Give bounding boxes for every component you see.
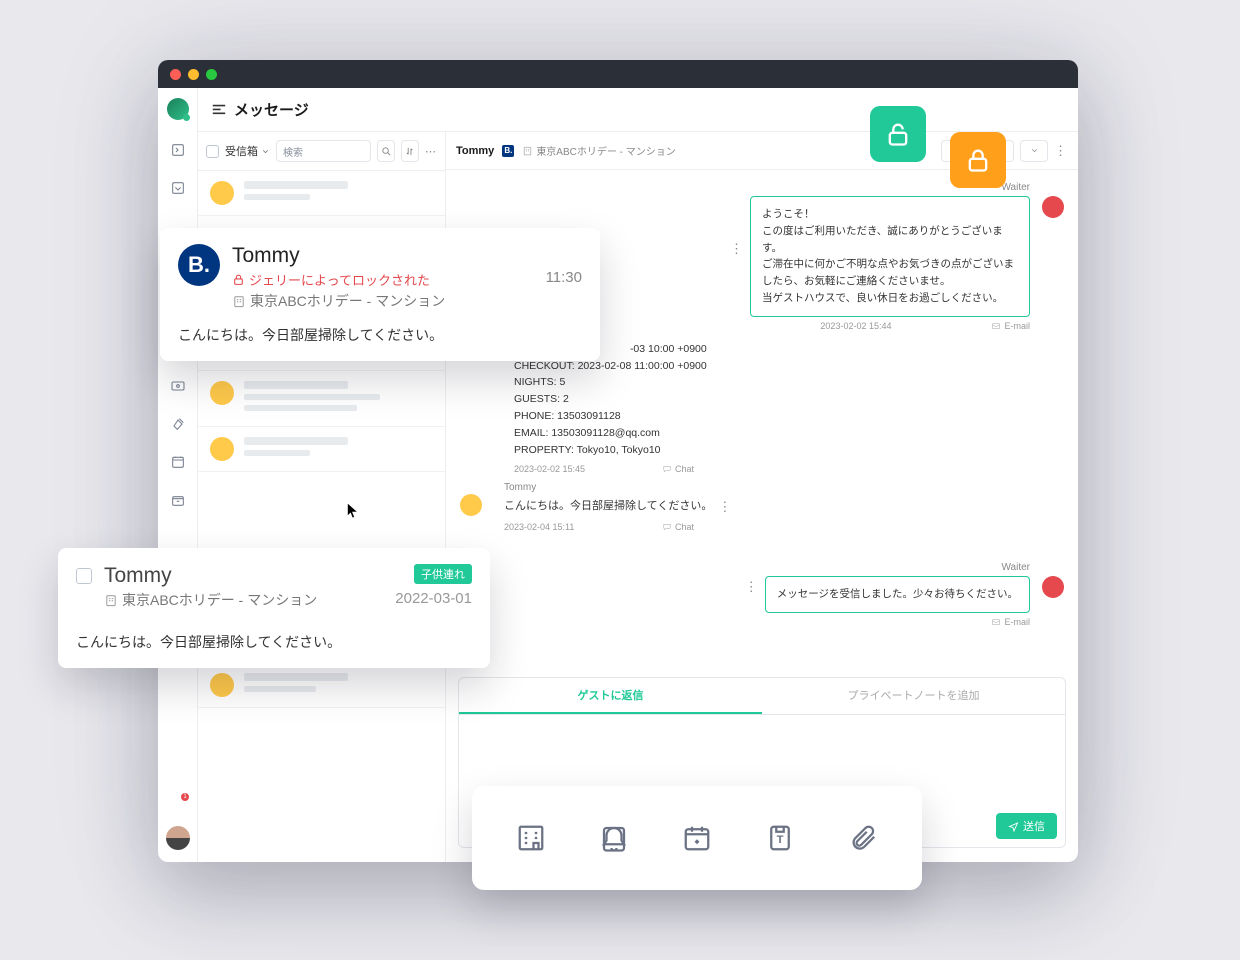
- channel-email: E-mail: [991, 321, 1030, 331]
- nav-icon-1[interactable]: [170, 142, 186, 158]
- message-time: 2023-02-02 15:44: [820, 321, 891, 331]
- tab-note[interactable]: プライベートノートを追加: [762, 678, 1065, 714]
- message-time: 2023-02-02 15:45: [514, 464, 585, 474]
- guest-name: Tommy: [104, 564, 317, 588]
- message-bubble: メッセージを受信しました。少々お待ちください。: [765, 576, 1030, 613]
- sender-avatar: [1042, 576, 1064, 598]
- guest-tag: 子供連れ: [414, 564, 472, 584]
- lock-button[interactable]: [950, 132, 1006, 188]
- inbox-dropdown[interactable]: 受信箱: [225, 143, 270, 159]
- nav-icon-2[interactable]: [170, 180, 186, 196]
- sort-button[interactable]: [401, 140, 419, 162]
- filter-pill-3[interactable]: [1020, 140, 1048, 162]
- inbox-item[interactable]: [198, 371, 445, 427]
- channel-email: E-mail: [991, 617, 1030, 627]
- app-logo[interactable]: [167, 98, 189, 120]
- property-label: 東京ABCホリデー - マンション: [232, 291, 445, 311]
- preview-time: 11:30: [546, 269, 582, 286]
- booking-logo: B.: [178, 244, 220, 286]
- search-input[interactable]: 検索: [276, 140, 371, 162]
- thread-name: Tommy: [456, 145, 494, 157]
- channel-chat: Chat: [662, 464, 694, 474]
- nav-rail: 1: [158, 88, 198, 862]
- unlock-button[interactable]: [870, 106, 926, 162]
- notification-badge[interactable]: 1: [180, 792, 190, 802]
- select-checkbox[interactable]: [76, 568, 92, 584]
- search-button[interactable]: [377, 140, 395, 162]
- preview-date: 2022-03-01: [395, 590, 472, 607]
- preview-text: こんにちは。今日部屋掃除してください。: [76, 632, 472, 652]
- tab-reply[interactable]: ゲストに返信: [459, 678, 762, 714]
- menu-icon[interactable]: [212, 104, 226, 115]
- inbox-more[interactable]: ⋯: [425, 145, 437, 158]
- nav-calendar-icon[interactable]: [170, 454, 186, 470]
- user-avatar[interactable]: [166, 826, 190, 850]
- inbox-item[interactable]: [198, 427, 445, 472]
- message-menu[interactable]: ⋮: [718, 499, 732, 515]
- preview-text: こんにちは。今日部屋掃除してください。: [178, 325, 582, 345]
- sender-avatar: [460, 494, 482, 516]
- message-time: 2023-02-04 15:11: [504, 522, 574, 532]
- booking-badge: B.: [502, 145, 514, 157]
- message-menu[interactable]: ⋮: [730, 241, 744, 257]
- template-icon[interactable]: [765, 823, 795, 853]
- sender-label: Waiter: [765, 562, 1030, 573]
- calendar-icon[interactable]: [682, 823, 712, 853]
- select-all-checkbox[interactable]: [206, 145, 219, 158]
- zoom-dot[interactable]: [206, 69, 217, 80]
- inbox-item[interactable]: [198, 663, 445, 708]
- app-window: 1 メッセージ 受信箱 検索 ⋯: [158, 60, 1078, 862]
- concierge-icon[interactable]: [599, 823, 629, 853]
- nav-money-icon[interactable]: [170, 378, 186, 394]
- minimize-dot[interactable]: [188, 69, 199, 80]
- send-button[interactable]: 送信: [996, 813, 1057, 839]
- nav-archive-icon[interactable]: [170, 492, 186, 508]
- building-icon[interactable]: [516, 823, 546, 853]
- nav-broom-icon[interactable]: [170, 416, 186, 432]
- inbox-item[interactable]: [198, 171, 445, 216]
- sender-label: Tommy: [504, 482, 536, 493]
- close-dot[interactable]: [170, 69, 181, 80]
- page-title: メッセージ: [234, 99, 309, 120]
- thread-more[interactable]: ⋮: [1054, 143, 1068, 159]
- locked-by-label: ジェリーによってロックされた: [232, 270, 445, 289]
- sender-avatar: [1042, 196, 1064, 218]
- attachment-icon[interactable]: [848, 823, 878, 853]
- property-label: 東京ABCホリデー - マンション: [104, 590, 317, 610]
- titlebar: [158, 60, 1078, 88]
- guest-name: Tommy: [232, 244, 445, 268]
- page-header: メッセージ: [198, 88, 1078, 132]
- message-bubble: こんにちは。今日部屋掃除してください。: [504, 496, 712, 518]
- toolbar-card: [472, 786, 922, 890]
- message-menu[interactable]: ⋮: [745, 579, 759, 595]
- message-bubble: ようこそ！ この度はご利用いただき、誠にありがとうございます。 ご滞在中に何かご…: [750, 196, 1030, 317]
- channel-chat: Chat: [662, 522, 694, 532]
- thread-property: 東京ABCホリデー - マンション: [522, 143, 675, 158]
- cursor-icon: [346, 502, 359, 519]
- preview-card-tagged: Tommy 東京ABCホリデー - マンション 子供連れ 2022-03-01 …: [58, 548, 490, 668]
- preview-card-locked: B. Tommy ジェリーによってロックされた 東京ABCホリデー - マンショ…: [160, 228, 600, 361]
